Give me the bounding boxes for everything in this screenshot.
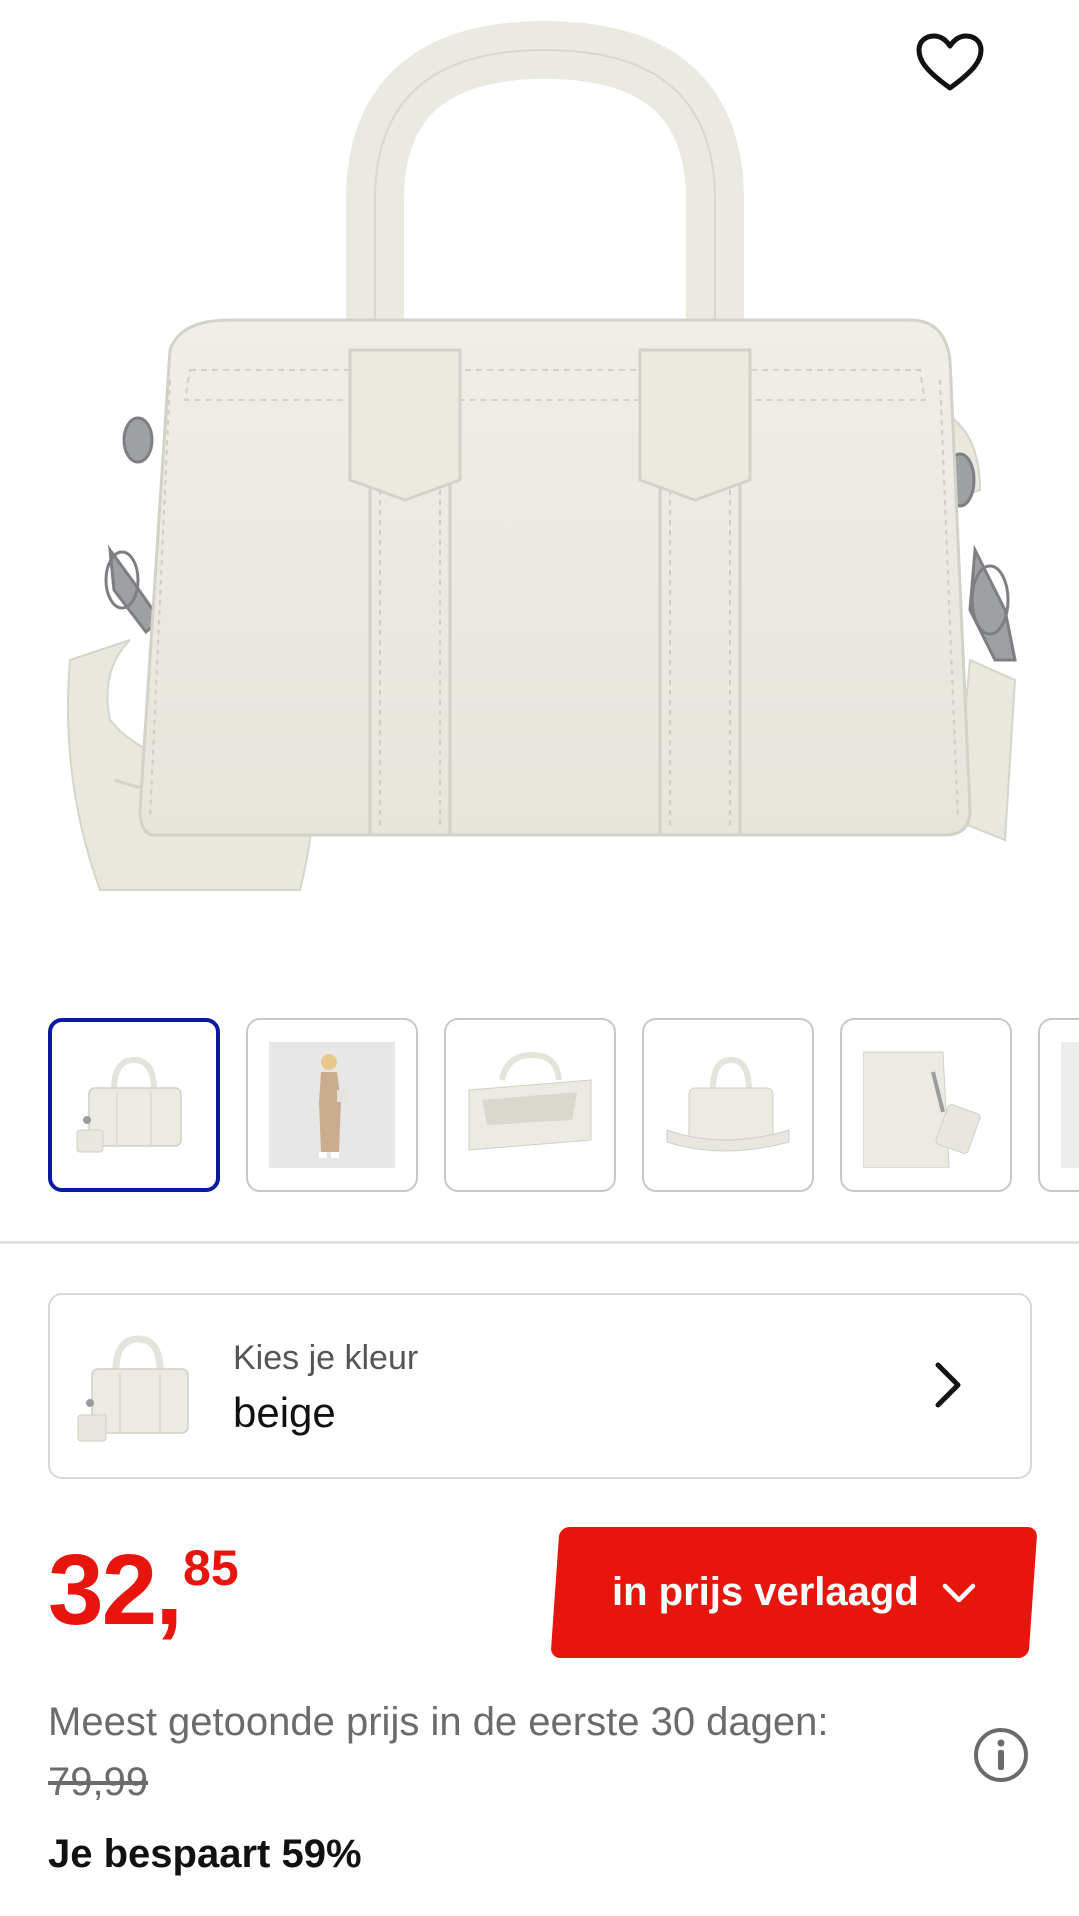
chevron-right-icon <box>935 1362 961 1408</box>
thumbnail-bag-open[interactable] <box>444 1018 616 1192</box>
color-swatch-image <box>77 1335 189 1442</box>
thumbnail-image <box>76 1056 182 1153</box>
price-reduced-badge[interactable]: in prijs verlaagd <box>550 1527 1038 1658</box>
thumbnail-model-wearing[interactable] <box>246 1018 418 1192</box>
favorite-button[interactable] <box>910 28 990 98</box>
saving-text: Je bespaart 59% <box>48 1832 362 1876</box>
divider <box>0 1241 1079 1244</box>
price-reduced-label: in prijs verlaagd <box>611 1570 919 1614</box>
thumbnail-image <box>468 1051 592 1151</box>
price-cents: 85 <box>183 1540 239 1596</box>
thumbnail-strip[interactable] <box>0 1018 1079 1194</box>
chevron-down-icon <box>942 1583 975 1602</box>
old-price: 79,99 <box>48 1760 149 1804</box>
price-main: 32, <box>48 1534 183 1646</box>
heart-outline-icon <box>916 33 984 91</box>
product-page: Kies je kleur beige 32, 85 in prijs verl… <box>0 0 1079 1916</box>
thumbnail-bag-side[interactable] <box>840 1018 1012 1192</box>
handbag-image <box>67 20 1017 891</box>
reference-price-text: Meest getoonde prijs in de eerste 30 dag… <box>48 1700 829 1744</box>
info-icon[interactable] <box>972 1726 1030 1784</box>
thumbnail-image <box>666 1056 790 1152</box>
thumbnail-image <box>863 1051 981 1168</box>
thumbnail-bag-front[interactable] <box>48 1018 220 1192</box>
product-price: 32, 85 <box>48 1540 239 1650</box>
thumbnail-bag-angle[interactable] <box>642 1018 814 1192</box>
thumbnail-more[interactable] <box>1038 1018 1079 1192</box>
color-picker-value: beige <box>233 1389 336 1436</box>
color-picker-label: Kies je kleur <box>233 1339 419 1377</box>
product-image[interactable] <box>0 0 1079 960</box>
color-picker[interactable]: Kies je kleur beige <box>48 1293 1032 1479</box>
thumbnail-image <box>269 1042 395 1168</box>
